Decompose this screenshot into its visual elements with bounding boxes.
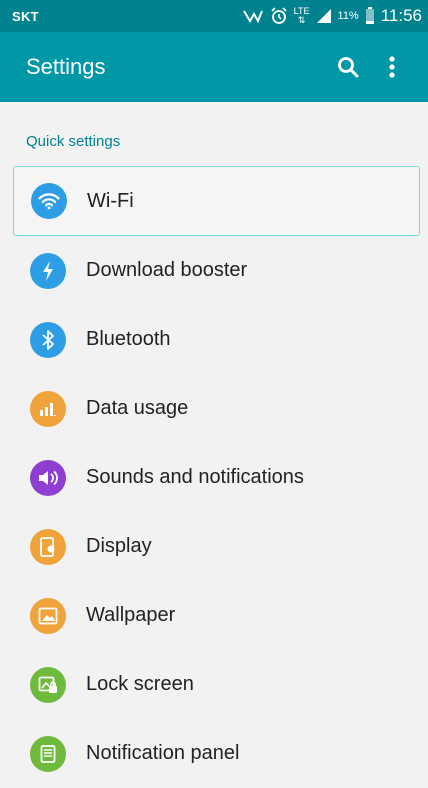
setting-label: Bluetooth — [86, 328, 171, 350]
status-bar: SKT LTE ⇅ 11% 11:56 — [0, 0, 428, 32]
status-icons: LTE ⇅ 11% 11:56 — [242, 6, 422, 26]
more-options-button[interactable] — [370, 45, 414, 89]
setting-item-display[interactable]: Display — [0, 512, 428, 581]
notification-panel-icon — [30, 735, 66, 772]
battery-icon — [365, 7, 375, 25]
setting-item-bluetooth[interactable]: Bluetooth — [0, 305, 428, 374]
setting-label: Wi-Fi — [87, 189, 134, 212]
setting-label: Lock screen — [86, 673, 194, 695]
more-vert-icon — [389, 56, 395, 78]
setting-label: Sounds and notifications — [86, 466, 304, 488]
signal-icon — [316, 7, 332, 25]
setting-label: Display — [86, 535, 152, 557]
lte-icon: LTE ⇅ — [294, 7, 310, 25]
setting-item-lock-screen[interactable]: Lock screen — [0, 650, 428, 719]
clock: 11:56 — [380, 6, 422, 25]
setting-item-data-usage[interactable]: Data usage — [0, 374, 428, 443]
search-icon — [338, 57, 359, 78]
section-header-quick-settings: Quick settings — [26, 133, 121, 150]
bluetooth-icon — [30, 321, 66, 358]
setting-label: Wallpaper — [86, 604, 176, 626]
battery-percent: 11% — [337, 10, 359, 22]
settings-list: Wi-Fi Download booster Bluetooth Data us… — [0, 166, 428, 788]
nfc-icon — [242, 7, 264, 25]
bar-chart-icon — [30, 390, 66, 427]
setting-label: Notification panel — [86, 742, 240, 764]
alarm-icon — [270, 7, 288, 25]
image-icon — [30, 597, 66, 634]
page-title: Settings — [26, 54, 106, 79]
speaker-icon — [30, 459, 66, 496]
lock-screen-icon — [30, 666, 66, 703]
setting-label: Download booster — [86, 259, 248, 281]
setting-item-download-booster[interactable]: Download booster — [0, 236, 428, 305]
setting-item-notification-panel[interactable]: Notification panel — [0, 719, 428, 788]
display-icon — [30, 528, 66, 565]
data-arrows-icon: ⇅ — [297, 15, 306, 25]
carrier-label: SKT — [12, 8, 39, 24]
lightning-icon — [30, 252, 66, 289]
setting-item-wallpaper[interactable]: Wallpaper — [0, 581, 428, 650]
setting-item-sounds-and-notifications[interactable]: Sounds and notifications — [0, 443, 428, 512]
search-button[interactable] — [326, 45, 370, 89]
app-bar: Settings — [0, 32, 428, 102]
wifi-icon — [31, 183, 67, 219]
setting-item-wifi[interactable]: Wi-Fi — [13, 166, 420, 236]
setting-label: Data usage — [86, 397, 189, 419]
